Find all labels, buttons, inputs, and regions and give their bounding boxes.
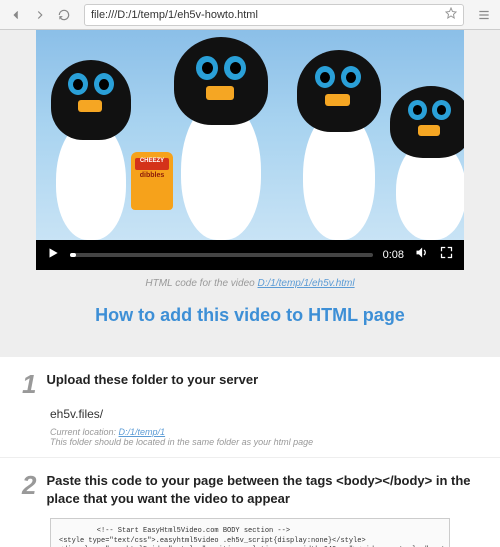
step-1: 1 Upload these folder to your server eh5… xyxy=(0,356,500,457)
step-1-number: 1 xyxy=(22,371,36,397)
volume-button[interactable] xyxy=(414,245,429,265)
chips-bag: CHEEZY dibbles xyxy=(131,152,173,210)
star-icon[interactable] xyxy=(445,6,457,24)
caption-link[interactable]: D:/1/temp/1/eh5v.html xyxy=(258,278,355,289)
location-hint: This folder should be located in the sam… xyxy=(50,437,478,447)
page-title: How to add this video to HTML page xyxy=(36,299,464,344)
step-1-title: Upload these folder to your server xyxy=(46,371,258,389)
folder-name: eh5v.files/ xyxy=(50,407,478,421)
fullscreen-button[interactable] xyxy=(439,245,454,265)
code-snippet[interactable]: <!-- Start EasyHtml5Video.com BODY secti… xyxy=(50,518,450,547)
video-player[interactable]: CHEEZY dibbles 0:08 xyxy=(36,30,464,270)
url-text: file:///D:/1/temp/1/eh5v-howto.html xyxy=(91,9,441,21)
location-link[interactable]: D:/1/temp/1 xyxy=(119,427,166,437)
video-frame: CHEEZY dibbles xyxy=(36,30,464,240)
play-button[interactable] xyxy=(46,246,60,265)
chips-label-2: dibbles xyxy=(135,172,169,179)
step-2-title: Paste this code to your page between the… xyxy=(46,472,478,508)
video-time: 0:08 xyxy=(383,249,404,261)
page-content: CHEEZY dibbles 0:08 HTML code for the vi… xyxy=(0,30,500,547)
menu-icon[interactable] xyxy=(474,5,494,25)
back-button[interactable] xyxy=(6,5,26,25)
step-2-number: 2 xyxy=(22,472,36,498)
step-2: 2 Paste this code to your page between t… xyxy=(0,457,500,547)
video-section: CHEEZY dibbles 0:08 HTML code for the vi… xyxy=(0,30,500,356)
browser-toolbar: file:///D:/1/temp/1/eh5v-howto.html xyxy=(0,0,500,30)
seek-bar[interactable] xyxy=(70,253,373,257)
forward-button[interactable] xyxy=(30,5,50,25)
video-caption: HTML code for the video D:/1/temp/1/eh5v… xyxy=(36,270,464,299)
address-bar[interactable]: file:///D:/1/temp/1/eh5v-howto.html xyxy=(84,4,464,26)
current-location: Current location: D:/1/temp/1 xyxy=(50,427,478,437)
video-controls: 0:08 xyxy=(36,240,464,270)
caption-text: HTML code for the video xyxy=(145,278,257,289)
chips-label-1: CHEEZY xyxy=(135,158,169,165)
reload-button[interactable] xyxy=(54,5,74,25)
